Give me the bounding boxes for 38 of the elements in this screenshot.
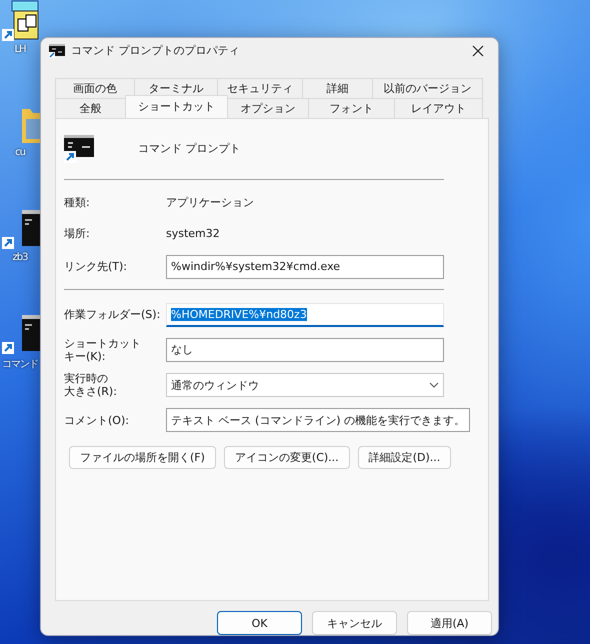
field-label: 大きさ(R):	[64, 385, 117, 398]
input-field[interactable]: %windir%¥system32¥cmd.exe	[166, 254, 444, 279]
action-button[interactable]: ファイルの場所を開く(F)	[69, 446, 216, 470]
chevron-down-icon	[429, 382, 439, 388]
console-icon	[49, 44, 65, 58]
action-button[interactable]: 詳細設定(D)...	[358, 446, 452, 470]
tab[interactable]: 以前のバージョン	[372, 78, 483, 98]
tab[interactable]: レイアウト	[394, 98, 483, 118]
field-value: system32	[166, 227, 220, 240]
console-icon[interactable]	[2, 208, 40, 250]
shortcut-name: コマンド プロンプト	[138, 141, 240, 156]
window-title: コマンド プロンプトのプロパティ	[71, 43, 240, 58]
tab[interactable]: 全般	[55, 98, 126, 118]
field-label: 場所:	[64, 227, 91, 240]
field-label: キー(K):	[64, 350, 106, 364]
tab[interactable]: ショートカット	[125, 94, 228, 118]
console-icon[interactable]	[2, 313, 40, 355]
tab[interactable]: 画面の色	[55, 78, 135, 98]
desktop-icon-label[interactable]: zb3	[12, 252, 28, 263]
input-field[interactable]: なし	[166, 338, 444, 362]
input-field[interactable]: %HOMEDRIVE%¥nd80z3	[166, 302, 444, 327]
folder-icon[interactable]	[2, 0, 40, 42]
field-value: アプリケーション	[166, 195, 254, 210]
input-field[interactable]: テキスト ベース (コマンドライン) の機能を実行できます。	[166, 408, 470, 432]
console-icon	[64, 134, 94, 163]
dialog-button[interactable]: キャンセル	[312, 611, 397, 635]
field-label: 種類:	[64, 196, 91, 210]
dropdown[interactable]: 通常のウィンドウ	[166, 373, 444, 398]
field-label: 実行時の	[64, 372, 108, 386]
field-label: 作業フォルダー(S):	[64, 308, 160, 322]
field-label: リンク先(T):	[64, 260, 128, 274]
dialog-button[interactable]: 適用(A)	[407, 611, 492, 635]
field-label: コメント(O):	[64, 414, 129, 428]
desktop-icon-label[interactable]: コマンド	[2, 357, 38, 371]
action-button[interactable]: アイコンの変更(C)...	[224, 446, 350, 470]
field-label: ショートカット	[64, 336, 141, 350]
close-icon	[472, 44, 484, 57]
dialog-button[interactable]: OK	[217, 611, 302, 635]
